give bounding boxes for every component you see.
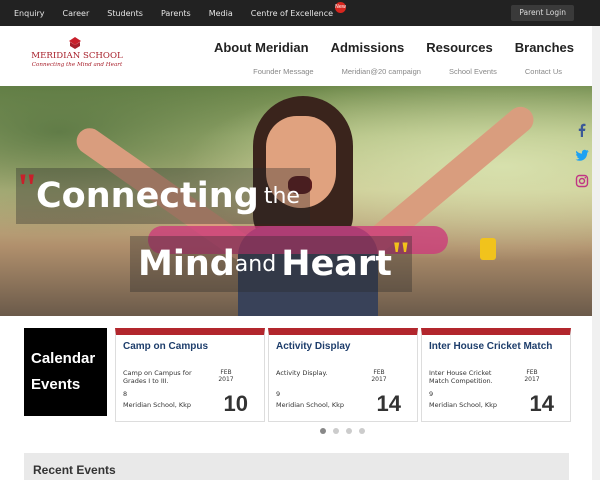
sub-nav: Founder Message Meridian@20 campaign Sch… <box>225 67 562 76</box>
calendar-events-heading: Calendar Events <box>24 328 107 416</box>
top-link-career[interactable]: Career <box>63 9 90 18</box>
new-badge: New <box>335 1 347 13</box>
event-location: Meridian School, Kkp <box>429 401 498 409</box>
nav-admissions[interactable]: Admissions <box>331 40 405 55</box>
hero-photo-wristband <box>480 238 496 260</box>
subnav-meridian20-campaign[interactable]: Meridian@20 campaign <box>342 67 421 76</box>
nav-branches[interactable]: Branches <box>515 40 574 55</box>
event-title[interactable]: Inter House Cricket Match <box>429 341 552 352</box>
carousel-pagination <box>320 428 372 434</box>
top-link-media[interactable]: Media <box>209 9 233 18</box>
main-nav: About Meridian Admissions Resources Bran… <box>192 40 574 55</box>
recent-events-section: Recent Events <box>24 453 569 480</box>
logo-emblem-icon <box>69 37 81 49</box>
event-day: 8 <box>123 390 128 398</box>
top-link-enquiry[interactable]: Enquiry <box>14 9 45 18</box>
hero-word-and: and <box>234 251 277 277</box>
event-month-year: FEB 2017 <box>520 369 544 383</box>
hero-word-mind: Mind <box>138 244 235 284</box>
event-date: 10 <box>223 391 248 416</box>
event-location: Meridian School, Kkp <box>123 401 192 409</box>
top-bar: Enquiry Career Students Parents Media Ce… <box>0 0 600 26</box>
top-link-parents[interactable]: Parents <box>161 9 191 18</box>
event-month: FEB <box>526 369 538 376</box>
event-month-year: FEB 2017 <box>367 369 391 383</box>
nav-about-meridian[interactable]: About Meridian <box>214 40 309 55</box>
event-year: 2017 <box>371 376 387 383</box>
centre-of-excellence-label: Centre of Excellence <box>250 8 334 18</box>
calendar-line2: Events <box>31 376 81 393</box>
hero-headline-line2: Mind and Heart " <box>130 233 412 292</box>
top-link-students[interactable]: Students <box>107 9 143 18</box>
facebook-icon[interactable] <box>574 122 590 138</box>
top-link-centre-of-excellence[interactable]: Centre of Excellence New <box>250 1 347 18</box>
event-description: Camp on Campus for Grades I to III. <box>123 369 192 385</box>
nav-resources[interactable]: Resources <box>426 40 492 55</box>
hero-word-heart: Heart <box>281 244 392 284</box>
logo-tagline: Connecting the Mind and Heart <box>31 62 123 68</box>
event-month: FEB <box>373 369 385 376</box>
event-description: Inter House Cricket Match Competition. <box>429 369 493 385</box>
event-title[interactable]: Camp on Campus <box>123 341 208 352</box>
page-scrollbar[interactable] <box>592 26 600 480</box>
carousel-dot-4[interactable] <box>359 428 365 434</box>
hero-word-the: the <box>263 183 300 209</box>
school-logo[interactable]: MERIDIAN SCHOOL Connecting the Mind and … <box>26 36 128 76</box>
calendar-line1: Calendar <box>31 350 96 367</box>
event-card[interactable]: Activity Display Activity Display. 9 Mer… <box>268 328 418 422</box>
event-card[interactable]: Camp on Campus Camp on Campus for Grades… <box>115 328 265 422</box>
carousel-dot-2[interactable] <box>333 428 339 434</box>
hero-headline-line1: " Connecting the <box>16 165 310 224</box>
carousel-dot-1[interactable] <box>320 428 326 434</box>
quote-close-mark: " <box>389 233 412 278</box>
event-date: 14 <box>376 391 401 416</box>
instagram-icon[interactable] <box>574 173 590 189</box>
logo-name: MERIDIAN SCHOOL <box>31 51 123 61</box>
event-year: 2017 <box>524 376 540 383</box>
event-month-year: FEB 2017 <box>214 369 238 383</box>
event-location: Meridian School, Kkp <box>276 401 345 409</box>
event-date: 14 <box>529 391 554 416</box>
event-day: 9 <box>429 390 434 398</box>
event-title[interactable]: Activity Display <box>276 341 350 352</box>
hero-word-connecting: Connecting <box>36 176 259 216</box>
recent-events-heading: Recent Events <box>33 463 116 477</box>
twitter-icon[interactable] <box>574 147 590 163</box>
parent-login-button[interactable]: Parent Login <box>511 5 574 21</box>
event-year: 2017 <box>218 376 234 383</box>
top-nav: Enquiry Career Students Parents Media Ce… <box>14 0 351 26</box>
event-description: Activity Display. <box>276 369 328 377</box>
subnav-founder-message[interactable]: Founder Message <box>253 67 313 76</box>
hero-banner: " Connecting the Mind and Heart " <box>0 86 592 316</box>
subnav-school-events[interactable]: School Events <box>449 67 497 76</box>
carousel-dot-3[interactable] <box>346 428 352 434</box>
event-card[interactable]: Inter House Cricket Match Inter House Cr… <box>421 328 571 422</box>
event-month: FEB <box>220 369 232 376</box>
subnav-contact-us[interactable]: Contact Us <box>525 67 562 76</box>
quote-open-mark: " <box>16 165 39 210</box>
event-day: 9 <box>276 390 281 398</box>
